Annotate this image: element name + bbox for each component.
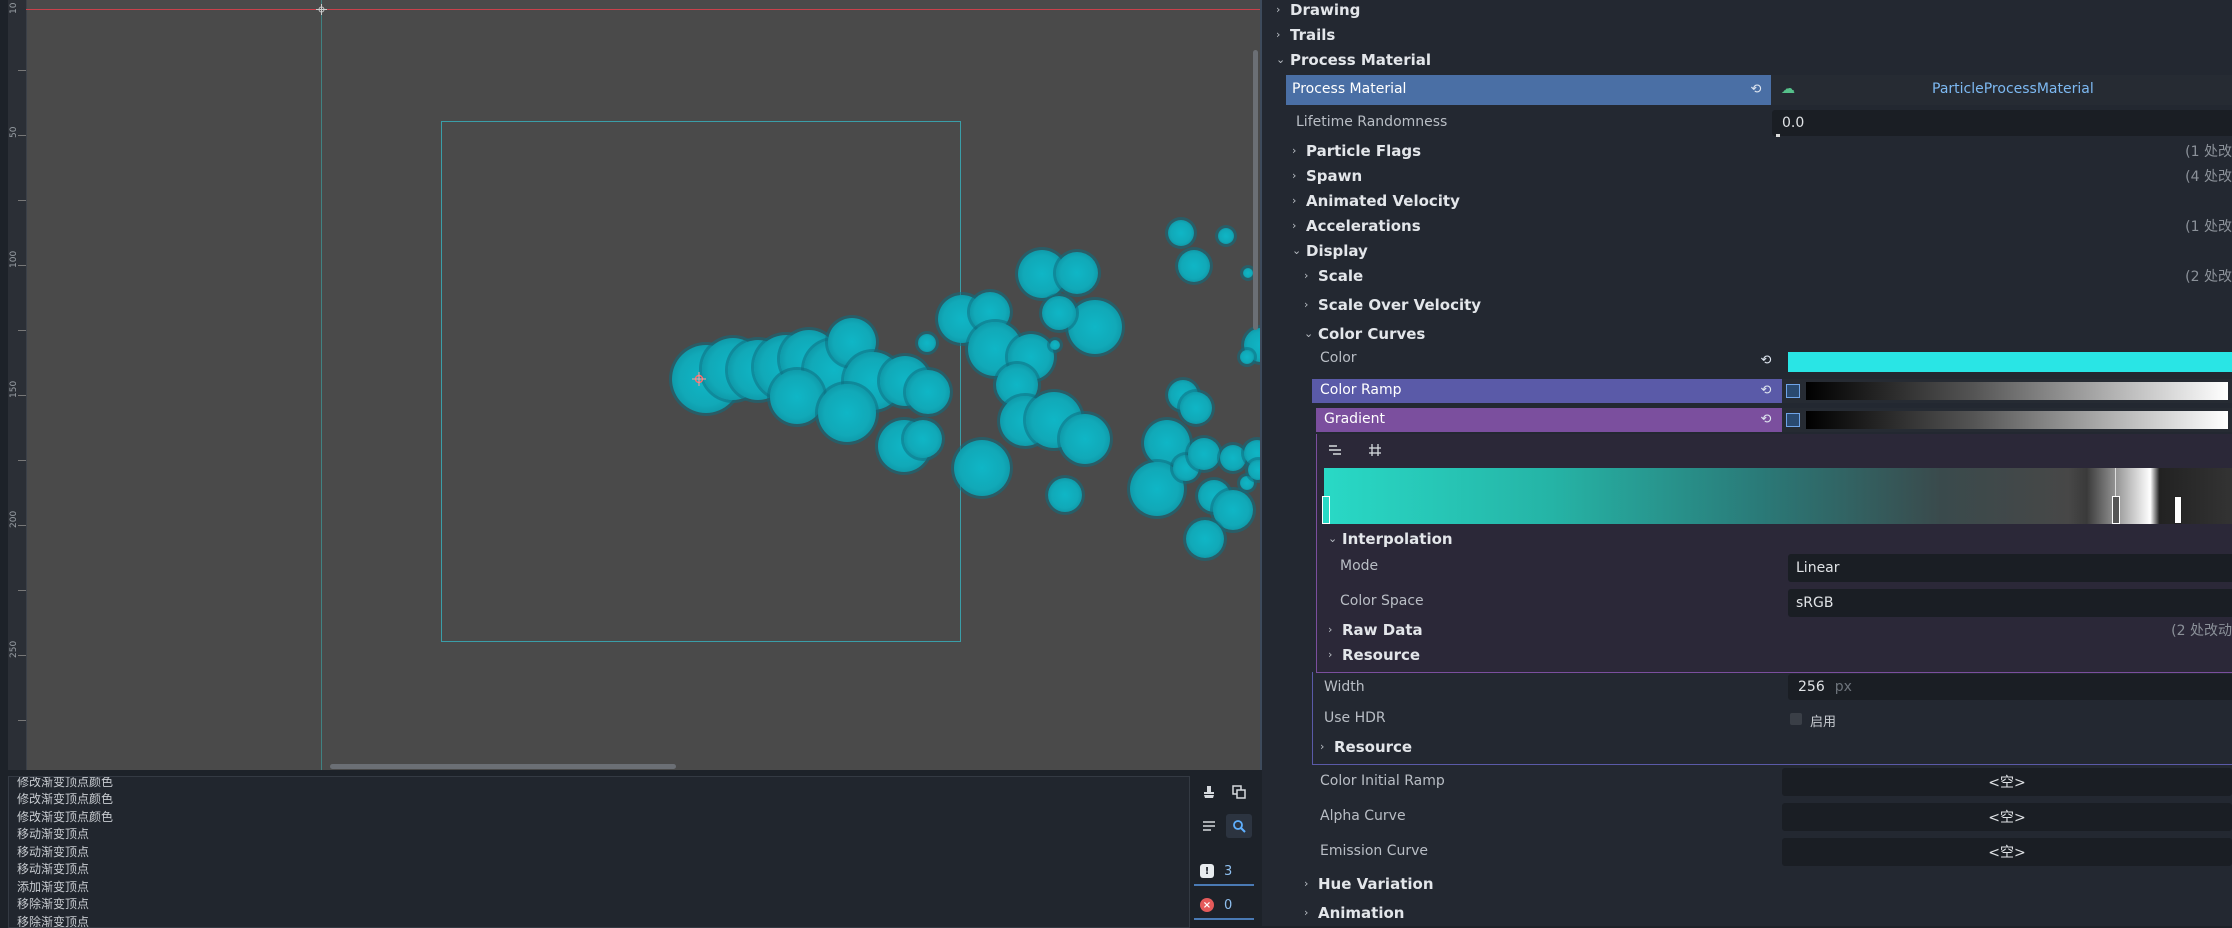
section-animated-velocity[interactable]: › Animated Velocity [1292,188,2232,213]
color-picker-button[interactable] [1788,352,2232,372]
gradient-texture-icon [1786,384,1800,398]
reverse-gradient-icon[interactable] [1322,438,1348,462]
color-label: Color [1320,350,1357,366]
filter-icon[interactable] [1196,814,1222,838]
history-item[interactable]: 移动渐变顶点 [17,843,89,860]
section-spawn[interactable]: › Spawn (4 处改 [1292,163,2232,188]
lifetime-randomness-input[interactable]: 0.0 [1772,110,2232,136]
gradient-preview [1806,411,2228,429]
errors-count: 0 [1224,897,1233,913]
horizontal-scrollbar[interactable] [330,764,676,769]
undo-history-list[interactable]: 修改渐变顶点颜色 修改渐变顶点颜色 修改渐变顶点颜色 移动渐变顶点 移动渐变顶点… [8,776,1190,928]
warnings-count: 3 [1224,863,1233,879]
section-raw-data[interactable]: › Raw Data (2 处改动 [1328,617,2232,642]
section-scale-over-velocity[interactable]: › Scale Over Velocity [1304,292,2232,317]
use-hdr-value: 启用 [1810,715,1837,730]
ruler-label: 10 [9,2,19,14]
gradient-edit-bar[interactable] [1324,468,2232,524]
gradient-stop-line [2115,468,2116,496]
slider-grabber[interactable] [1776,134,1780,137]
error-icon: × [1200,898,1214,912]
warnings-filter-toggle[interactable]: ! 3 [1194,858,1254,886]
history-toolbar: ! 3 × 0 [1190,776,1260,926]
section-accelerations[interactable]: › Accelerations (1 处改 [1292,213,2232,238]
particle-material-icon: ☁ [1781,81,1795,97]
revert-icon[interactable]: ⟲ [1758,412,1774,428]
revert-icon[interactable]: ⟲ [1748,82,1764,98]
section-display[interactable]: ⌄ Display [1292,238,2232,263]
revert-icon[interactable]: ⟲ [1758,383,1774,399]
origin-crosshair-icon [316,4,327,15]
horizontal-guide-line [26,9,1260,10]
section-hue-variation[interactable]: › Hue Variation [1304,871,2232,896]
color-space-label: Color Space [1340,593,1424,609]
gradient-stop-handle[interactable] [2174,496,2182,524]
vertical-ruler: 10 50 100 150 200 250 [8,0,27,770]
emitter-position-icon[interactable] [692,372,706,386]
width-label: Width [1324,679,1365,695]
lifetime-randomness-label: Lifetime Randomness [1296,114,1448,130]
process-material-value: ParticleProcessMaterial [1932,81,2094,97]
snap-grid-icon[interactable] [1362,438,1388,462]
section-color-curves[interactable]: ⌄ Color Curves [1304,321,2232,346]
width-input[interactable]: 256 px [1788,674,2232,700]
section-process-material[interactable]: ⌄ Process Material [1276,47,2232,72]
mode-label: Mode [1340,558,1379,574]
gradient-icon [1786,413,1800,427]
gradient-label: Gradient [1324,411,1385,427]
history-item[interactable]: 修改渐变顶点颜色 [17,808,113,825]
emission-curve-label: Emission Curve [1320,843,1429,859]
history-item[interactable]: 修改渐变顶点颜色 [17,777,113,790]
inspector-panel: › Drawing › Trails ⌄ Process Material Proce… [1262,0,2232,926]
color-ramp-label: Color Ramp [1320,382,1402,398]
section-drawing[interactable]: › Drawing [1276,0,2232,22]
clear-icon[interactable] [1196,780,1222,804]
section-animation[interactable]: › Animation [1304,900,2232,925]
history-item[interactable]: 移动渐变顶点 [17,860,89,877]
section-particle-flags[interactable]: › Particle Flags (1 处改 [1292,138,2232,163]
alpha-curve-picker[interactable]: <空> [1782,803,2232,831]
section-resource-outer[interactable]: › Resource [1320,734,2232,759]
gradient-stop-handle[interactable] [2112,496,2120,524]
gradient-stop-handle[interactable] [1322,496,1330,524]
revert-icon[interactable]: ⟲ [1758,353,1774,369]
color-initial-ramp-label: Color Initial Ramp [1320,773,1445,789]
copy-icon[interactable] [1226,780,1252,804]
section-resource-inner[interactable]: › Resource [1328,642,2232,667]
history-item[interactable]: 修改渐变顶点颜色 [17,790,113,807]
color-space-dropdown[interactable]: sRGB [1788,589,2232,617]
emission-curve-picker[interactable]: <空> [1782,838,2232,866]
alpha-curve-label: Alpha Curve [1320,808,1406,824]
section-scale[interactable]: › Scale (2 处改 [1304,263,2232,288]
vertical-scrollbar[interactable] [1253,50,1258,330]
section-trails[interactable]: › Trails [1276,22,2232,47]
history-item[interactable]: 添加渐变顶点 [17,878,89,895]
ruler-label: 50 [9,126,19,138]
section-interpolation[interactable]: ⌄ Interpolation [1328,526,2232,551]
mode-dropdown[interactable]: Linear [1788,554,2232,582]
search-icon[interactable] [1226,814,1252,838]
warning-icon: ! [1200,864,1214,878]
use-hdr-checkbox[interactable] [1790,713,1802,725]
history-item[interactable]: 移动渐变顶点 [17,825,89,842]
process-material-label: Process Material [1292,81,1407,97]
process-material-row: Process Material ⟲ ☁ ParticleProcessMate… [1286,75,2232,105]
use-hdr-label: Use HDR [1324,710,1386,726]
history-item[interactable]: 移除渐变顶点 [17,895,89,912]
vertical-guide-line [321,0,322,770]
color-initial-ramp-picker[interactable]: <空> [1782,768,2232,796]
canvas-viewport[interactable]: 10 50 100 150 200 250 [8,0,1262,770]
errors-filter-toggle[interactable]: × 0 [1194,892,1254,920]
color-ramp-preview [1806,382,2228,400]
